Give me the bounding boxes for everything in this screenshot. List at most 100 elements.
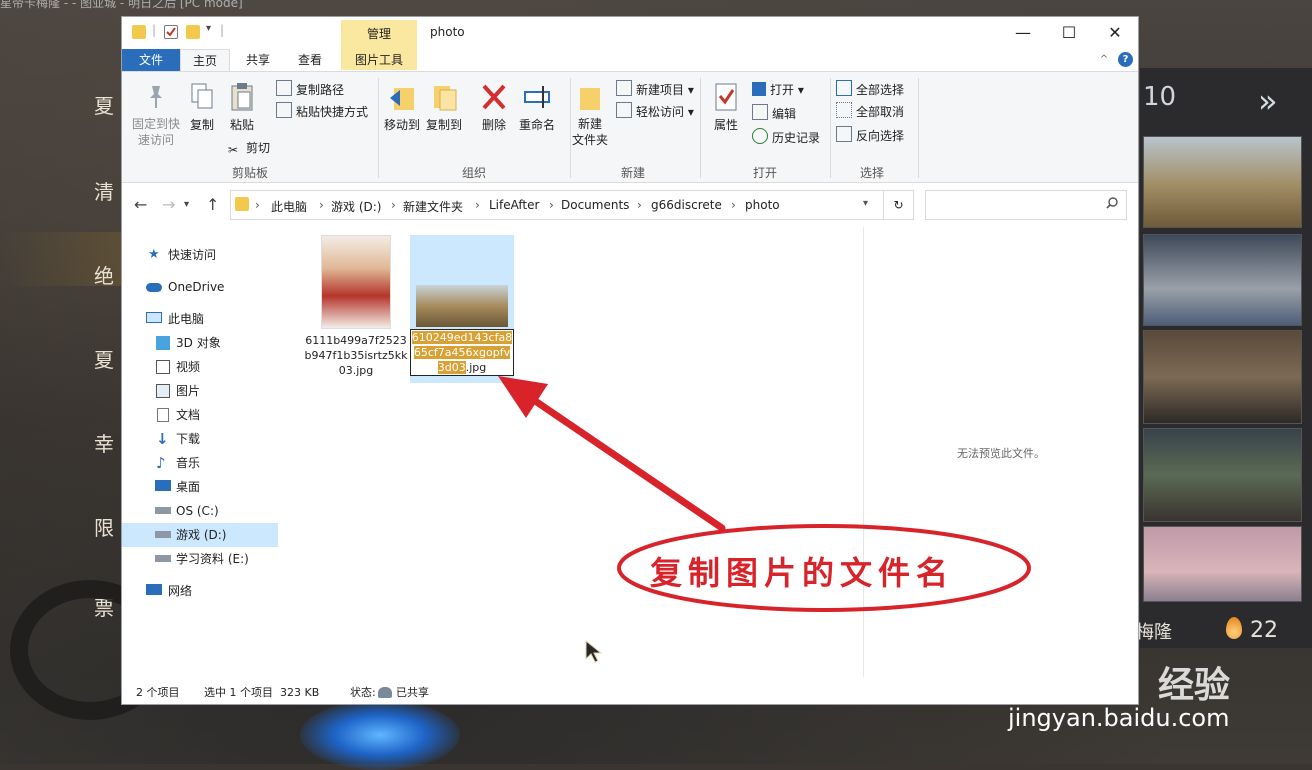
file-item-selected[interactable]: 610249ed143cfa865cf7a456xgopfv3d03.jpg: [410, 235, 514, 383]
nav-item-quick-access[interactable]: ★ 快速访问: [122, 243, 278, 267]
collapse-ribbon-icon[interactable]: ^: [1096, 49, 1112, 71]
photo-thumbnail[interactable]: [1143, 234, 1302, 326]
title-bar[interactable]: [122, 17, 1138, 49]
maximize-button[interactable]: ☐: [1046, 19, 1092, 47]
nav-item-downloads[interactable]: ↓ 下载: [122, 427, 278, 451]
nav-item-drive-d[interactable]: 游戏 (D:): [122, 523, 278, 547]
tab-picture-tools[interactable]: 图片工具: [341, 49, 417, 71]
paste-label: 粘贴: [229, 118, 254, 132]
file-item[interactable]: 6111b499a7f2523b947f1b35isrtz5kk03.jpg: [304, 235, 408, 378]
rename-input[interactable]: 610249ed143cfa865cf7a456xgopfv3d03.jpg: [410, 329, 514, 376]
move-to-button[interactable]: 移动到: [382, 82, 422, 133]
breadcrumb-photo[interactable]: photo: [745, 198, 780, 212]
photo-thumbnail[interactable]: [1143, 330, 1302, 424]
navigation-pane: ★ 快速访问 OneDrive 此电脑 3D 对象 视频 图片 文档 ↓ 下载 …: [122, 227, 278, 677]
open-label: 打开: [770, 83, 795, 97]
baidu-watermark-text: 经验: [1158, 665, 1231, 706]
minimize-button[interactable]: —: [1000, 19, 1046, 47]
breadcrumb-separator: ›: [475, 198, 480, 212]
nav-label: 图片: [176, 384, 201, 398]
window-title: photo: [430, 25, 465, 39]
tab-home[interactable]: 主页: [180, 49, 230, 71]
nav-item-music[interactable]: ♪ 音乐: [122, 451, 278, 475]
ribbon-separator: [378, 78, 379, 178]
up-arrow-icon[interactable]: ↑: [206, 195, 219, 214]
tab-file[interactable]: 文件: [122, 49, 180, 71]
rename-label: 重命名: [518, 118, 555, 132]
paste-shortcut-button[interactable]: 粘贴快捷方式: [276, 102, 368, 122]
breadcrumb-this-pc[interactable]: 此电脑: [271, 198, 307, 215]
forward-arrow-icon[interactable]: →: [162, 195, 175, 214]
copy-to-button[interactable]: 复制到: [424, 82, 464, 133]
copy-button[interactable]: 复制: [184, 82, 220, 133]
customize-quick-access-icon[interactable]: ▾: [206, 23, 211, 34]
nav-item-3d-objects[interactable]: 3D 对象: [122, 331, 278, 355]
paste-button[interactable]: 粘贴: [224, 82, 260, 133]
new-item-button[interactable]: 新建项目 ▾: [616, 80, 694, 100]
address-bar[interactable]: › 此电脑 › 游戏 (D:) › 新建文件夹 › LifeAfter › Do…: [230, 190, 884, 220]
game-menu-item[interactable]: 绝: [94, 260, 114, 289]
game-menu-item[interactable]: 清: [94, 176, 114, 205]
nav-item-pictures[interactable]: 图片: [122, 379, 278, 403]
tab-share[interactable]: 共享: [234, 49, 282, 71]
breadcrumb-g66discrete[interactable]: g66discrete: [651, 198, 722, 212]
cut-button[interactable]: ✂ 剪切: [228, 138, 270, 158]
help-button[interactable]: ?: [1118, 52, 1133, 67]
nav-item-this-pc[interactable]: 此电脑: [122, 307, 278, 331]
breadcrumb-new-folder[interactable]: 新建文件夹: [403, 198, 463, 215]
back-arrow-icon[interactable]: ←: [134, 195, 147, 214]
nav-item-drive-e[interactable]: 学习资料 (E:): [122, 547, 278, 571]
new-folder-icon[interactable]: [186, 25, 200, 39]
game-menu-item[interactable]: 幸: [94, 428, 114, 457]
game-menu-item[interactable]: 限: [94, 512, 114, 541]
easy-access-button[interactable]: 轻松访问 ▾: [616, 102, 694, 122]
new-folder-button[interactable]: 新建 文件夹: [568, 82, 612, 148]
new-folder-icon: [576, 82, 604, 112]
nav-item-onedrive[interactable]: OneDrive: [122, 275, 278, 299]
next-page-icon[interactable]: »: [1258, 82, 1278, 120]
select-none-button[interactable]: 全部取消: [836, 102, 904, 122]
recent-dropdown-icon[interactable]: ▾: [184, 199, 189, 210]
drive-icon: [155, 531, 171, 538]
organize-group-label: 组织: [461, 166, 486, 180]
history-button[interactable]: 历史记录: [752, 128, 820, 148]
rename-button[interactable]: 重命名: [514, 82, 560, 133]
nav-label: 此电脑: [168, 312, 205, 326]
drive-icon: [155, 507, 171, 514]
search-input[interactable]: [925, 190, 1127, 220]
game-window-title: 星帝卡梅隆 - - 图亚城 - 明日之后 [PC mode]: [0, 0, 243, 10]
photo-thumbnail[interactable]: [1143, 428, 1302, 522]
delete-button[interactable]: 删除: [476, 82, 512, 133]
tab-manage[interactable]: 管理: [341, 25, 417, 42]
nav-label: 下载: [176, 432, 201, 446]
nav-item-desktop[interactable]: 桌面: [122, 475, 278, 499]
nav-item-documents[interactable]: 文档: [122, 403, 278, 427]
folder-icon[interactable]: [132, 25, 146, 39]
breadcrumb-documents[interactable]: Documents: [561, 198, 629, 212]
nav-label: OneDrive: [168, 280, 225, 294]
refresh-icon[interactable]: ↻: [884, 190, 914, 220]
invert-selection-button[interactable]: 反向选择: [836, 126, 904, 146]
address-dropdown-icon[interactable]: ▾: [863, 198, 868, 209]
pin-quick-access-button[interactable]: 固定到快 速访问: [128, 82, 184, 148]
nav-item-videos[interactable]: 视频: [122, 355, 278, 379]
breadcrumb-lifeafter[interactable]: LifeAfter: [489, 198, 539, 212]
game-menu-item[interactable]: 夏: [94, 344, 114, 373]
breadcrumb-drive-d[interactable]: 游戏 (D:): [331, 198, 381, 215]
photo-thumbnail[interactable]: [1143, 526, 1302, 602]
shared-users-icon: [378, 687, 392, 698]
select-all-button[interactable]: 全部选择: [836, 80, 904, 100]
photo-thumbnail[interactable]: [1143, 136, 1302, 228]
open-button[interactable]: 打开 ▾: [752, 80, 804, 100]
properties-check-icon[interactable]: [164, 25, 178, 39]
nav-item-drive-c[interactable]: OS (C:): [122, 499, 278, 523]
properties-button[interactable]: 属性: [708, 82, 744, 133]
move-to-label: 移动到: [383, 118, 420, 132]
close-button[interactable]: ✕: [1092, 19, 1138, 47]
nav-item-network[interactable]: 网络: [122, 579, 278, 603]
nav-label: 文档: [176, 408, 201, 422]
edit-button[interactable]: 编辑: [752, 104, 796, 124]
tab-view[interactable]: 查看: [286, 49, 334, 71]
copy-path-button[interactable]: 复制路径: [276, 80, 344, 100]
game-menu-item[interactable]: 夏: [94, 90, 114, 119]
